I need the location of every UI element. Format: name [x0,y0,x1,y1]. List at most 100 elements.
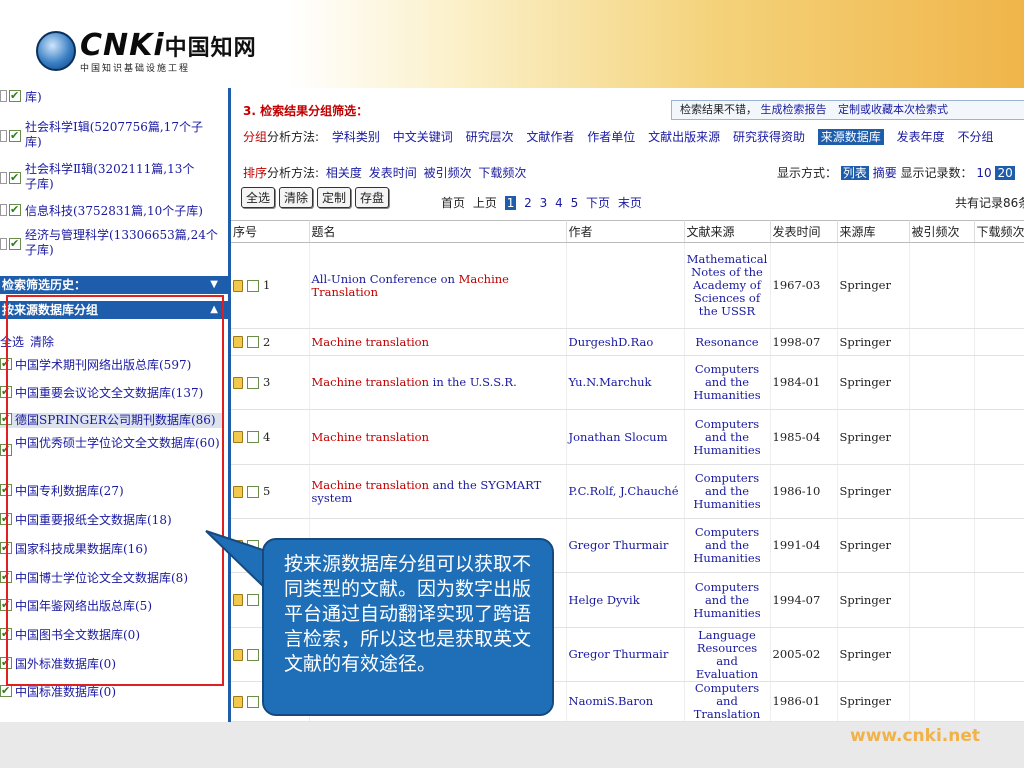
source-cell[interactable]: Resonance [684,328,771,356]
header-downloads[interactable]: 下载频次 [974,220,1024,243]
display-options: 显示方式： 列表 摘要 显示记录数： 10 20 [777,166,1015,180]
group-option[interactable]: 不分组 [957,130,993,144]
collapse-down-icon[interactable]: ▼ [210,276,218,294]
header-source[interactable]: 文献来源 [684,220,771,243]
row-checkbox[interactable] [247,648,259,661]
source-cell[interactable]: Computers and Translation [684,681,771,722]
db-cell: Springer [837,627,910,682]
author-cell[interactable] [566,242,685,329]
source-cell[interactable]: Mathematical Notes of the Academy of Sci… [684,242,771,329]
generate-report-link[interactable]: 生成检索报告 [761,103,827,116]
source-cell[interactable]: Computers and the Humanities [684,355,771,410]
clear-button[interactable]: 清除 [279,187,314,208]
sort-option[interactable]: 下载频次 [478,166,526,180]
table-row: 3 Machine translation in the U.S.S.R. Yu… [231,355,1024,410]
history-bar[interactable]: 检索筛选历史： ▼ [0,276,228,294]
result-title-link[interactable]: All-Union Conference on Machine Translat… [309,242,567,329]
date-cell: 1967-03 [770,242,838,329]
cnki-logo[interactable]: CNKi中国知网 中国知识基础设施工程 [36,28,257,74]
group-option[interactable]: 学科类别 [332,130,380,144]
header-author[interactable]: 作者 [566,220,685,243]
note-icon[interactable] [233,376,243,389]
author-cell[interactable]: Yu.N.Marchuk [566,355,685,410]
note-icon[interactable] [233,431,243,443]
display-abstract-option[interactable]: 摘要 [873,166,897,180]
author-cell[interactable]: P.C.Rolf, J.Chauché [566,464,685,519]
author-cell[interactable]: NaomiS.Baron [566,681,685,722]
row-checkbox[interactable] [247,695,259,708]
source-cell[interactable]: Computers and the Humanities [684,464,771,519]
category-checkbox[interactable] [9,128,21,143]
category-item[interactable]: 社会科学Ⅱ辑(3202111篇,13个子库) [0,162,205,192]
category-item[interactable]: 社会科学Ⅰ辑(5207756篇,17个子库) [0,120,205,150]
note-icon[interactable] [233,336,243,348]
last-page-link[interactable]: 末页 [618,196,642,210]
source-cell[interactable]: Computers and the Humanities [684,409,771,465]
header-cited[interactable]: 被引频次 [909,220,975,243]
custom-search-link[interactable]: 定制或收藏本次检索式 [838,103,948,116]
save-button[interactable]: 存盘 [355,187,390,208]
category-item[interactable]: 信息科技(3752831篇,10个子库) [0,202,225,219]
group-option-selected[interactable]: 来源数据库 [817,129,884,145]
note-icon[interactable] [233,279,243,292]
result-title-link[interactable]: Machine translation in the U.S.S.R. [309,355,567,410]
highlight-box [6,295,224,686]
source-cell[interactable]: Computers and the Humanities [684,518,771,573]
row-checkbox[interactable] [247,431,259,443]
author-cell[interactable]: DurgeshD.Rao [566,328,685,356]
author-cell[interactable]: Gregor Thurmair [566,518,685,573]
category-item[interactable]: 库) [0,88,215,105]
note-icon[interactable] [233,485,243,498]
page-link[interactable]: 5 [571,196,579,210]
source-checkbox[interactable] [0,683,12,698]
category-checkbox[interactable] [9,202,21,217]
row-checkbox[interactable] [247,376,259,389]
category-checkbox[interactable] [9,88,21,103]
category-checkbox[interactable] [9,236,21,251]
result-title-link[interactable]: Machine translation and the SYGMART syst… [309,464,567,519]
page-link[interactable]: 3 [540,196,548,210]
sort-option[interactable]: 被引频次 [424,166,472,180]
author-cell[interactable]: Jonathan Slocum [566,409,685,465]
note-icon[interactable] [233,695,243,708]
row-checkbox[interactable] [247,485,259,498]
group-option[interactable]: 文献作者 [526,130,574,144]
select-all-button[interactable]: 全选 [241,187,276,208]
header-db[interactable]: 来源库 [837,220,910,243]
sort-option[interactable]: 相关度 [326,166,362,180]
source-cell[interactable]: Language Resources and Evaluation [684,627,771,682]
group-option[interactable]: 研究层次 [466,130,514,144]
group-option[interactable]: 发表年度 [897,130,945,144]
pagination: 首页 上页 1 2 3 4 5 下页 末页 [441,194,642,211]
result-title-link[interactable]: Machine translation [309,328,567,356]
next-page-link[interactable]: 下页 [586,196,610,210]
watermark: www.cnki.net [849,726,980,746]
section-title: 3. 检索结果分组筛选： [243,104,369,118]
note-icon[interactable] [233,648,243,661]
count-20-option[interactable]: 20 [995,166,1015,180]
sort-option[interactable]: 发表时间 [369,166,417,180]
author-cell[interactable]: Helge Dyvik [566,572,685,628]
display-list-option[interactable]: 列表 [840,166,869,180]
header-date[interactable]: 发表时间 [770,220,838,243]
author-cell[interactable]: Gregor Thurmair [566,627,685,682]
custom-button[interactable]: 定制 [317,187,352,208]
result-title-link[interactable]: Machine translation [309,409,567,465]
group-option[interactable]: 研究获得资助 [733,130,805,144]
table-row: 5 Machine translation and the SYGMART sy… [231,464,1024,519]
header-title[interactable]: 题名 [309,220,567,243]
page-link[interactable]: 2 [524,196,532,210]
source-item[interactable]: 中国标准数据库(0) [0,683,220,700]
first-page-link[interactable]: 首页 [441,196,465,210]
prev-page-link[interactable]: 上页 [473,196,497,210]
count-10-option[interactable]: 10 [976,166,991,180]
page-link[interactable]: 4 [555,196,563,210]
category-checkbox[interactable] [9,170,21,185]
group-option[interactable]: 文献出版来源 [648,130,720,144]
row-checkbox[interactable] [247,279,259,292]
group-option[interactable]: 作者单位 [587,130,635,144]
group-option[interactable]: 中文关键词 [393,130,453,144]
category-item[interactable]: 经济与管理科学(13306653篇,24个子库) [0,228,220,258]
source-cell[interactable]: Computers and the Humanities [684,572,771,628]
row-checkbox[interactable] [247,336,259,348]
